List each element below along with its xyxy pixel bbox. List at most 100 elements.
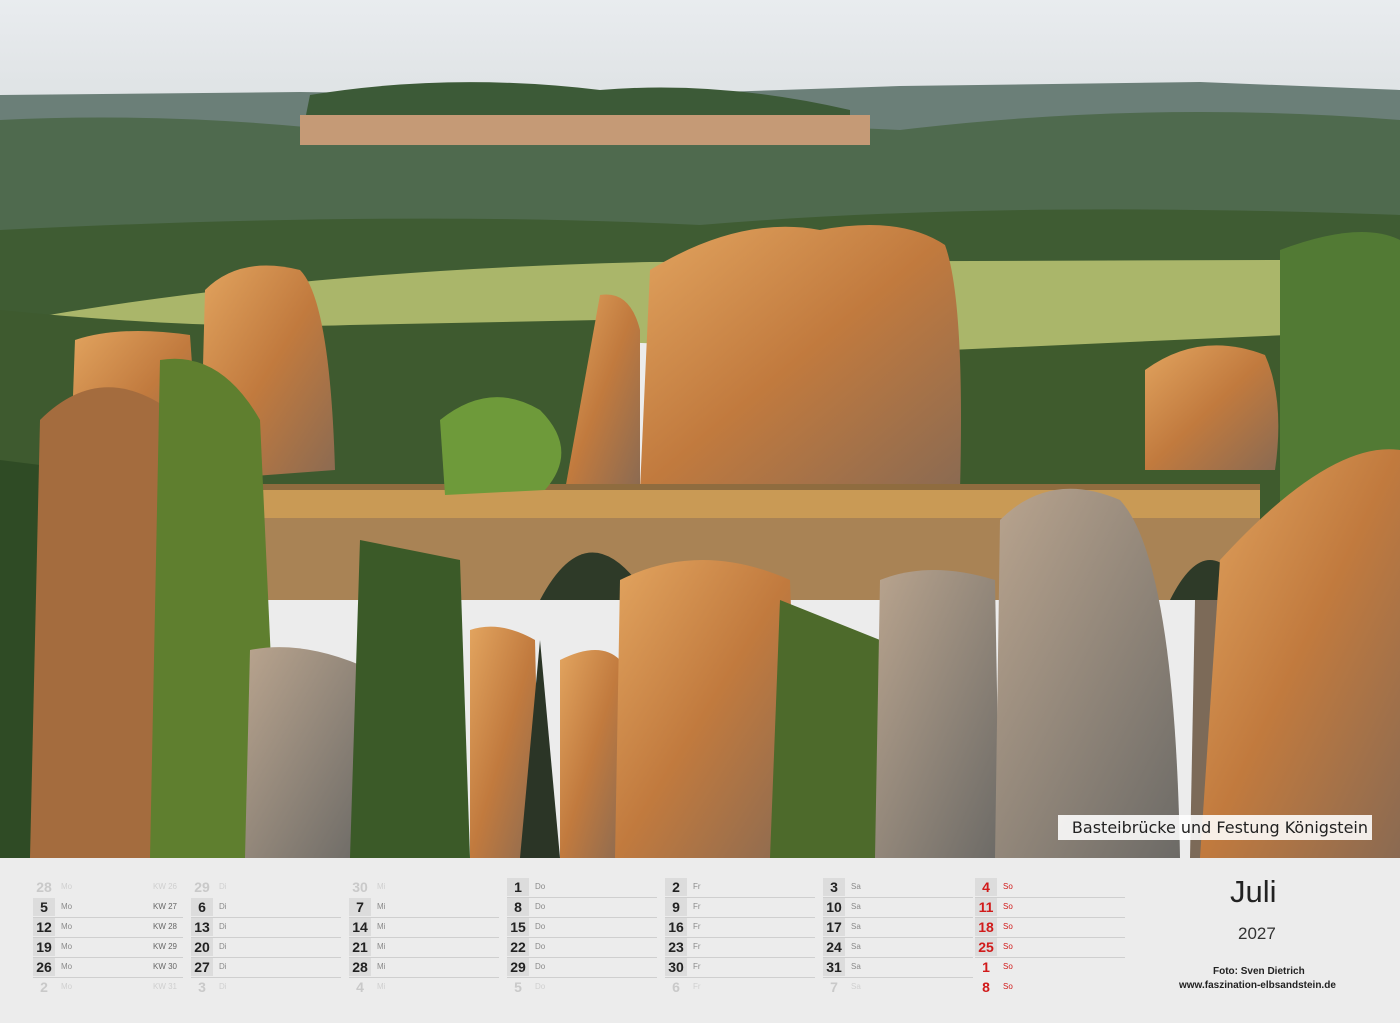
- weekday-label: Mi: [377, 942, 386, 951]
- calendar-day: 2 Mo KW 31: [33, 978, 183, 998]
- weekday-label: Fr: [693, 882, 701, 891]
- weekday-label: Do: [535, 962, 546, 971]
- day-number: 29: [507, 958, 529, 976]
- week-number: KW 29: [152, 942, 177, 951]
- weekday-label: Do: [535, 902, 546, 911]
- day-number: 2: [40, 979, 48, 995]
- day-number: 6: [672, 979, 680, 995]
- day-number: 28: [36, 879, 52, 895]
- calendar-day: 27 Di: [191, 958, 341, 978]
- day-number: 25: [975, 938, 997, 956]
- weekday-label: Di: [219, 982, 227, 991]
- weekday-label: Di: [219, 902, 227, 911]
- calendar-day: 3 Sa: [823, 878, 973, 898]
- day-number: 6: [191, 898, 213, 916]
- weekday-label: Fr: [693, 922, 701, 931]
- day-number: 8: [507, 898, 529, 916]
- calendar-day: 29 Di: [191, 878, 341, 898]
- day-number: 7: [830, 979, 838, 995]
- calendar-grid: Juli 2027 Foto: Sven Dietrich www.faszin…: [0, 858, 1400, 1023]
- calendar-day: 29 Do: [507, 958, 657, 978]
- weekday-label: So: [1003, 962, 1013, 971]
- day-number: 3: [198, 979, 206, 995]
- calendar-day: 23 Fr: [665, 938, 815, 958]
- day-number: 23: [665, 938, 687, 956]
- weekday-label: Mo: [61, 902, 73, 911]
- day-number: 17: [823, 918, 845, 936]
- day-number: 24: [823, 938, 845, 956]
- calendar-day: 8 So: [975, 978, 1125, 998]
- day-number: 30: [665, 958, 687, 976]
- calendar-day: 31 Sa: [823, 958, 973, 978]
- weekday-label: Do: [535, 882, 546, 891]
- weekday-label: Di: [219, 942, 227, 951]
- day-number: 1: [982, 959, 990, 975]
- weekday-label: So: [1003, 942, 1013, 951]
- weekday-label: So: [1003, 882, 1013, 891]
- day-number: 18: [975, 918, 997, 936]
- calendar-day: 2 Fr: [665, 878, 815, 898]
- week-number: KW 28: [152, 922, 177, 931]
- week-number: KW 27: [152, 902, 177, 911]
- weekday-label: Fr: [693, 942, 701, 951]
- calendar-day: 7 Sa: [823, 978, 973, 998]
- weekday-label: Sa: [851, 962, 861, 971]
- landscape-photo-icon: [0, 0, 1400, 858]
- day-number: 30: [352, 879, 368, 895]
- calendar-day: 6 Di: [191, 898, 341, 918]
- website-link[interactable]: www.faszination-elbsandstein.de: [1179, 980, 1336, 991]
- weekday-label: Do: [535, 942, 546, 951]
- weekday-label: So: [1003, 982, 1013, 991]
- day-number: 15: [507, 918, 529, 936]
- weekday-label: Fr: [693, 982, 701, 991]
- day-number: 19: [33, 938, 55, 956]
- calendar-day: 18 So: [975, 918, 1125, 938]
- weekday-label: Mi: [377, 922, 386, 931]
- year-label: 2027: [1238, 924, 1276, 943]
- calendar-day: 28 Mo KW 26: [33, 878, 183, 898]
- day-number: 16: [665, 918, 687, 936]
- calendar-day: 11 So: [975, 898, 1125, 918]
- weekday-label: Mi: [377, 902, 386, 911]
- calendar-day: 5 Mo KW 27: [33, 898, 183, 918]
- day-number: 8: [982, 979, 990, 995]
- calendar-day: 7 Mi: [349, 898, 499, 918]
- calendar-day: 1 Do: [507, 878, 657, 898]
- week-number: KW 31: [152, 982, 177, 991]
- day-number: 26: [33, 958, 55, 976]
- calendar-column: 4 So 11 So 18 So 25 So 1 So 8 So: [975, 878, 1125, 998]
- calendar-column: 29 Di 6 Di 13 Di 20 Di 27 Di 3 Di: [191, 878, 341, 998]
- day-number: 3: [823, 878, 845, 896]
- weekday-label: Fr: [693, 962, 701, 971]
- calendar-column: 2 Fr 9 Fr 16 Fr 23 Fr 30 Fr 6 Fr: [665, 878, 815, 998]
- calendar-day: 28 Mi: [349, 958, 499, 978]
- calendar-day: 9 Fr: [665, 898, 815, 918]
- day-number: 4: [356, 979, 364, 995]
- day-number: 20: [191, 938, 213, 956]
- calendar-day: 15 Do: [507, 918, 657, 938]
- calendar-day: 22 Do: [507, 938, 657, 958]
- weekday-label: Mo: [61, 982, 73, 991]
- weekday-label: Fr: [693, 902, 701, 911]
- day-number: 5: [33, 898, 55, 916]
- calendar-day: 30 Fr: [665, 958, 815, 978]
- calendar-day: 17 Sa: [823, 918, 973, 938]
- calendar-day: 20 Di: [191, 938, 341, 958]
- day-number: 31: [823, 958, 845, 976]
- photo-caption: Basteibrücke und Festung Königstein: [1057, 815, 1372, 840]
- weekday-label: Do: [535, 922, 546, 931]
- day-number: 27: [191, 958, 213, 976]
- day-number: 22: [507, 938, 529, 956]
- calendar-day: 1 So: [975, 958, 1125, 978]
- weekday-label: Mi: [377, 882, 386, 891]
- calendar-day: 14 Mi: [349, 918, 499, 938]
- weekday-label: Mo: [61, 922, 73, 931]
- day-number: 2: [665, 878, 687, 896]
- photo-credit: Foto: Sven Dietrich: [1213, 966, 1305, 977]
- calendar-day: 21 Mi: [349, 938, 499, 958]
- calendar-day: 24 Sa: [823, 938, 973, 958]
- calendar-column: 30 Mi 7 Mi 14 Mi 21 Mi 28 Mi 4 Mi: [349, 878, 499, 998]
- calendar-day: 13 Di: [191, 918, 341, 938]
- calendar-day: 4 So: [975, 878, 1125, 898]
- calendar-day: 19 Mo KW 29: [33, 938, 183, 958]
